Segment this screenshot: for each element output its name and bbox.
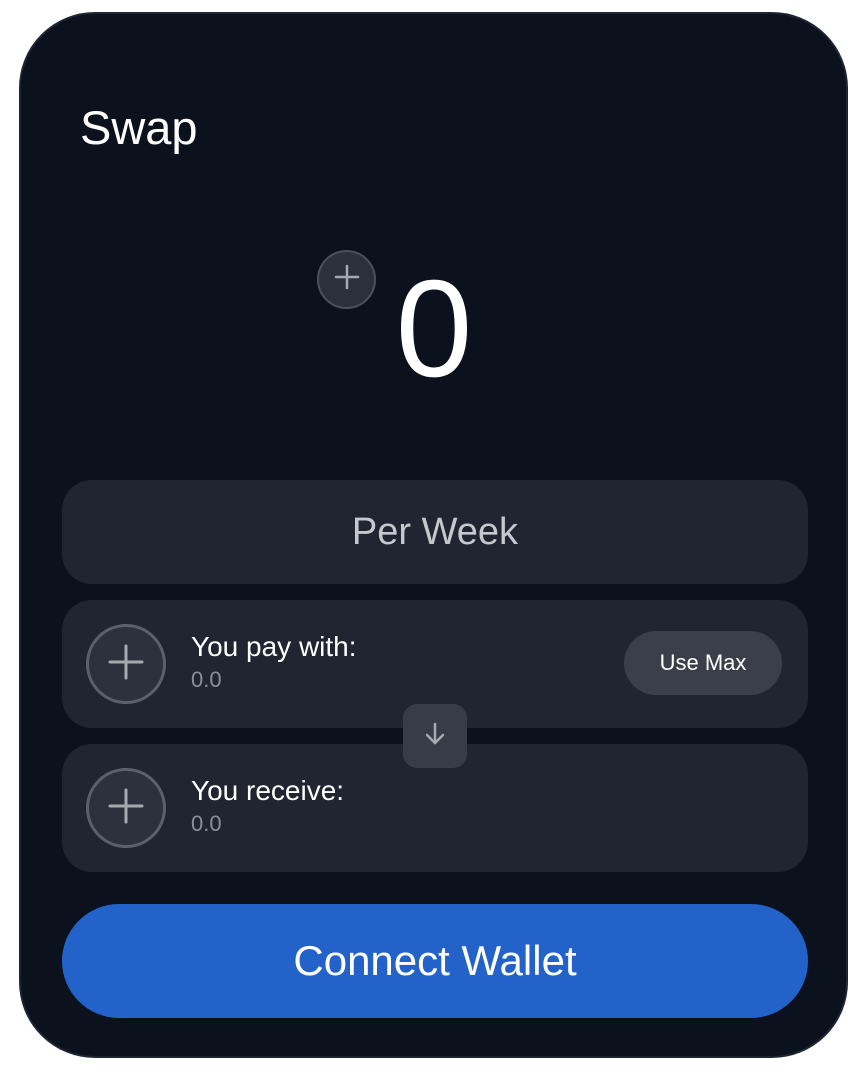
pay-amount-input[interactable]: 0.0 <box>191 666 222 694</box>
plus-icon <box>333 263 361 296</box>
swap-card: Swap 0 Per Week You pay with: 0.0 Use Ma… <box>19 12 848 1058</box>
connect-wallet-button[interactable]: Connect Wallet <box>62 904 808 1018</box>
arrow-down-icon <box>423 721 447 752</box>
select-pay-token-button[interactable] <box>86 624 166 704</box>
use-max-button[interactable]: Use Max <box>624 631 782 695</box>
pay-label: You pay with: <box>191 631 357 662</box>
select-receive-token-button[interactable] <box>86 768 166 848</box>
amount-display[interactable]: 0 <box>384 254 484 404</box>
page-title: Swap <box>80 101 198 154</box>
plus-icon <box>107 787 145 830</box>
add-amount-button[interactable] <box>317 250 376 309</box>
receive-label: You receive: <box>191 775 345 806</box>
frequency-selector[interactable]: Per Week <box>62 480 808 584</box>
plus-icon <box>107 643 145 686</box>
receive-amount-value: 0.0 <box>191 811 222 836</box>
switch-tokens-button[interactable] <box>403 704 467 768</box>
frequency-label: Per Week <box>351 510 519 553</box>
